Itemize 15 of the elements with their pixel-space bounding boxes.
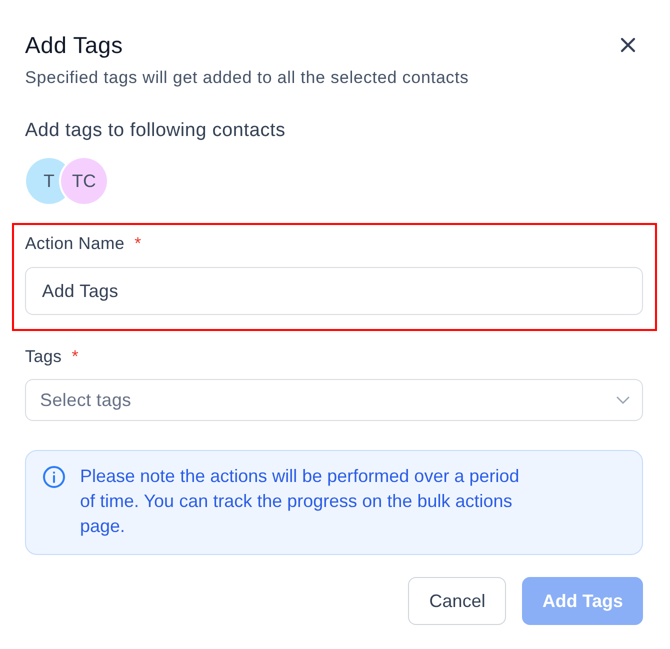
tags-select[interactable]: Select tags (25, 379, 643, 421)
action-name-input[interactable]: Add Tags (25, 267, 643, 315)
info-icon (42, 465, 66, 489)
contacts-heading: Add tags to following contacts (25, 119, 286, 143)
required-mark: * (72, 347, 78, 367)
contact-avatar: TC (61, 158, 107, 204)
close-icon (620, 37, 636, 53)
dialog-subtitle: Specified tags will get added to all the selected contacts (25, 67, 470, 89)
dialog-title: Add Tags (25, 31, 123, 59)
required-mark: * (134, 234, 142, 254)
chevron-down-icon (616, 396, 630, 404)
cancel-button[interactable]: Cancel (408, 577, 506, 625)
field-label: Tags (25, 347, 62, 367)
notice-text: Please note the actions will be performed over a period of time. You can track the progress on the bulk actions page. (80, 465, 520, 538)
field-label: Action Name (25, 234, 125, 254)
